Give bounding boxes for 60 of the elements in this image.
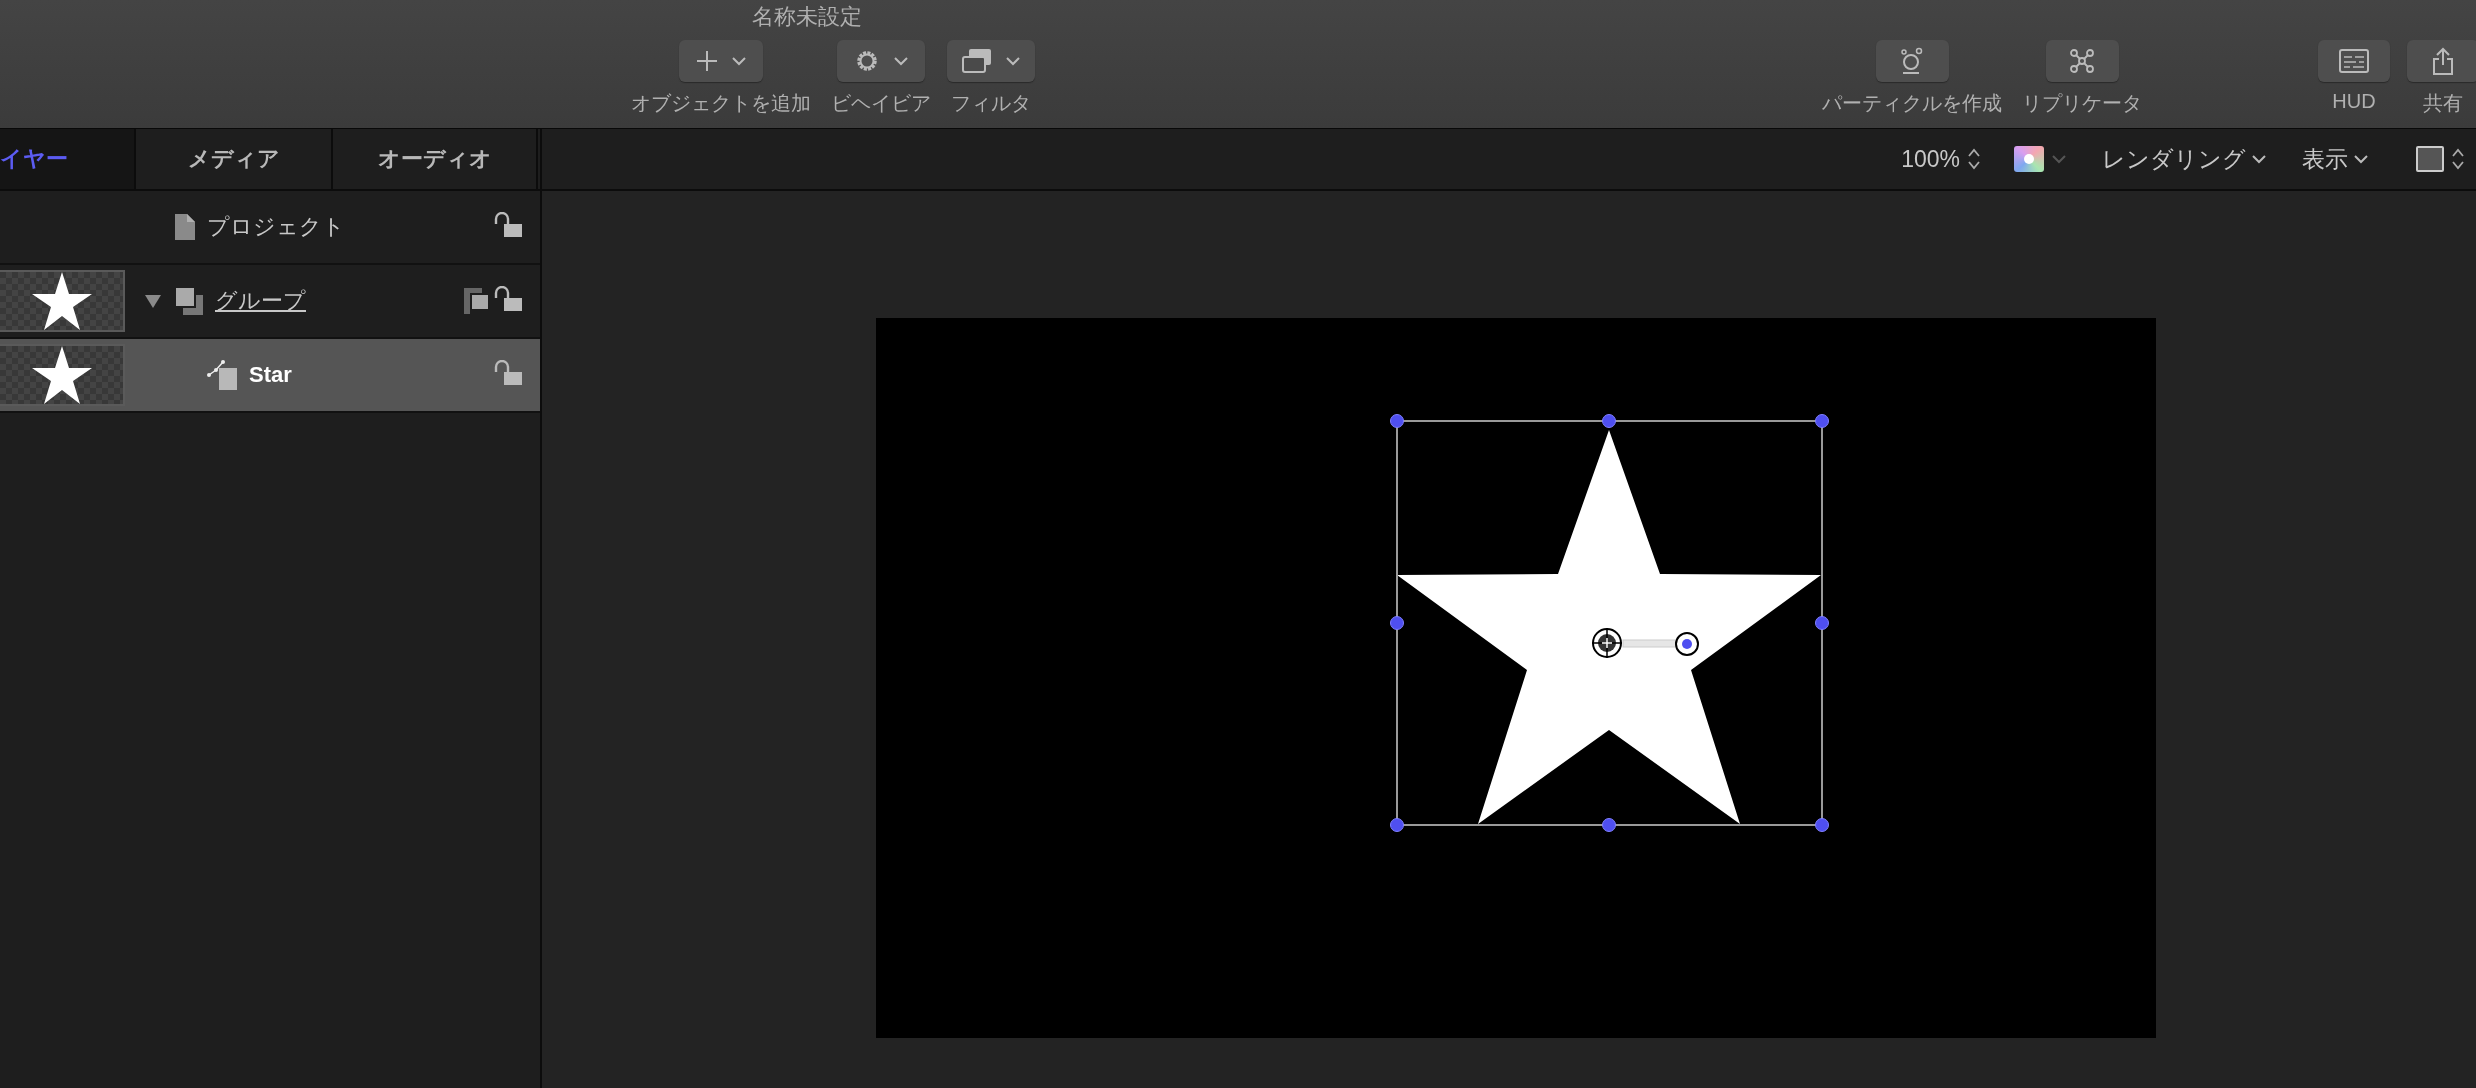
chevron-icon (2052, 154, 2066, 164)
share-button[interactable] (2407, 40, 2476, 82)
chevron-icon (1006, 56, 1020, 66)
viewer-menu[interactable]: レンダリング (2102, 143, 2266, 175)
disclosure-triangle-icon[interactable] (143, 292, 162, 310)
chevron-icon (732, 56, 746, 66)
stepper-icon (2452, 148, 2464, 170)
color-channels-icon[interactable] (2014, 146, 2044, 172)
replicator-button[interactable] (2045, 40, 2119, 82)
zoom-level[interactable]: 100% (1901, 145, 1960, 173)
isolate-icon[interactable] (464, 288, 488, 314)
unlocked-padlock-icon[interactable] (494, 360, 522, 386)
resize-handle[interactable] (1602, 414, 1616, 428)
share-icon (2432, 47, 2454, 75)
sliders-panel-icon (2339, 49, 2369, 73)
anchor-point-icon[interactable] (1591, 627, 1623, 659)
toolbar-label: HUD (2332, 90, 2376, 113)
add-button[interactable] (679, 40, 763, 82)
unlocked-padlock-icon[interactable] (494, 286, 522, 312)
chevron-icon (2354, 154, 2368, 164)
layer-row[interactable]: Star (0, 339, 540, 413)
toolbar-label: ビヘイビア (831, 91, 931, 116)
connected-circles-icon (2069, 48, 2095, 74)
panel-tab[interactable]: イヤー (0, 129, 136, 189)
resize-handle[interactable] (1602, 818, 1616, 832)
resize-handle[interactable] (1390, 414, 1404, 428)
document-icon (175, 214, 195, 240)
star-icon (31, 272, 92, 330)
resize-handle[interactable] (1815, 818, 1829, 832)
stacked-squares-icon (175, 287, 203, 315)
unlocked-padlock-icon[interactable] (494, 212, 522, 238)
resize-handle[interactable] (1815, 616, 1829, 630)
viewer-menu[interactable]: 表示 (2302, 143, 2368, 175)
filters-button[interactable] (947, 40, 1035, 82)
stepper-icon (1968, 148, 1980, 170)
toolbar-label: オブジェクトを追加 (631, 91, 811, 116)
toolbar-label: 共有 (2423, 91, 2463, 116)
layered-rectangles-icon (962, 48, 992, 74)
resize-handle[interactable] (1390, 616, 1404, 630)
resize-handle[interactable] (1390, 818, 1404, 832)
window-title: 名称未設定 (752, 4, 862, 29)
resize-handle[interactable] (1815, 414, 1829, 428)
toolbar-label: リプリケータ (2022, 91, 2142, 116)
layer-name: Star (249, 362, 292, 388)
plus-icon (696, 50, 718, 72)
chevron-icon (894, 56, 908, 66)
rotation-handle[interactable] (1622, 632, 1699, 656)
star-icon (31, 346, 92, 404)
shape-with-bezier-icon (207, 360, 237, 390)
toolbar-label: パーティクルを作成 (1822, 91, 2002, 116)
particles-button[interactable] (1875, 40, 1949, 82)
layer-name: グループ (215, 287, 306, 315)
particle-emitter-icon (1899, 47, 1925, 75)
behaviors-button[interactable] (837, 40, 925, 82)
layer-name: プロジェクト (207, 213, 345, 241)
gear-icon (854, 48, 880, 74)
background-color-icon[interactable] (2416, 146, 2444, 172)
hud-button[interactable] (2318, 40, 2390, 82)
chevron-icon (2252, 154, 2266, 164)
toolbar-label: フィルタ (951, 91, 1031, 116)
